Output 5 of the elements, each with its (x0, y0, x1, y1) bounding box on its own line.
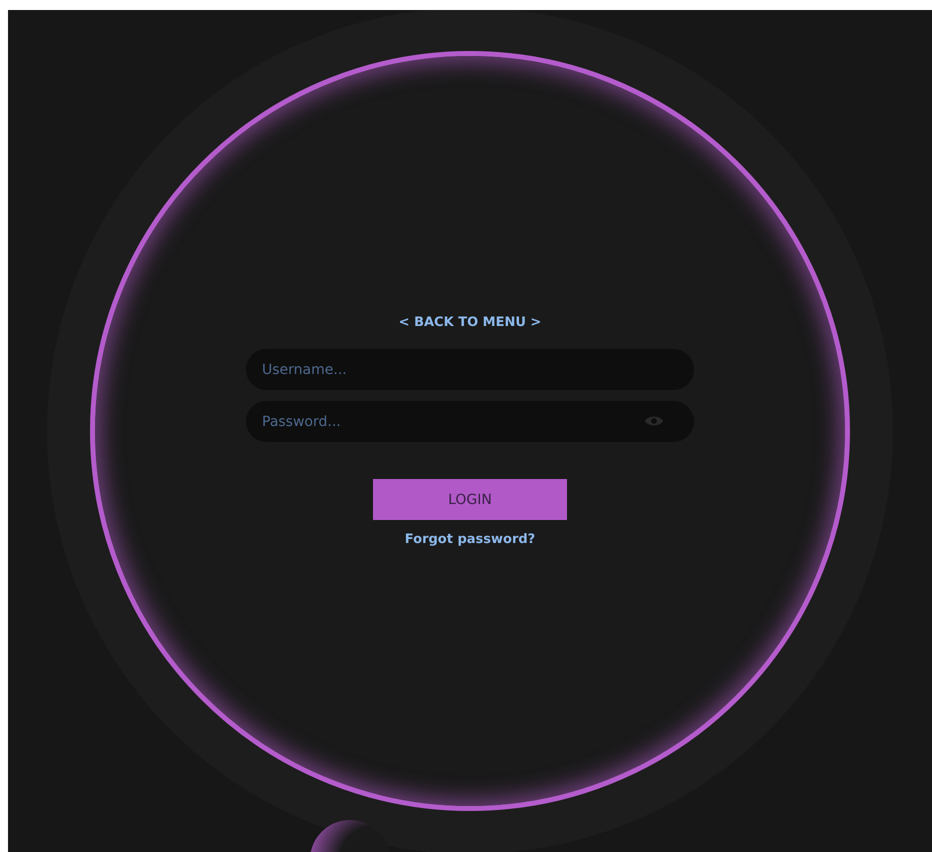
back-to-menu-link[interactable]: < BACK TO MENU > (398, 315, 542, 330)
forgot-password-link[interactable]: Forgot password? (404, 532, 536, 547)
password-field[interactable]: Password... (246, 401, 694, 442)
eye-icon[interactable] (644, 414, 664, 428)
username-field[interactable]: Username... (246, 349, 694, 390)
